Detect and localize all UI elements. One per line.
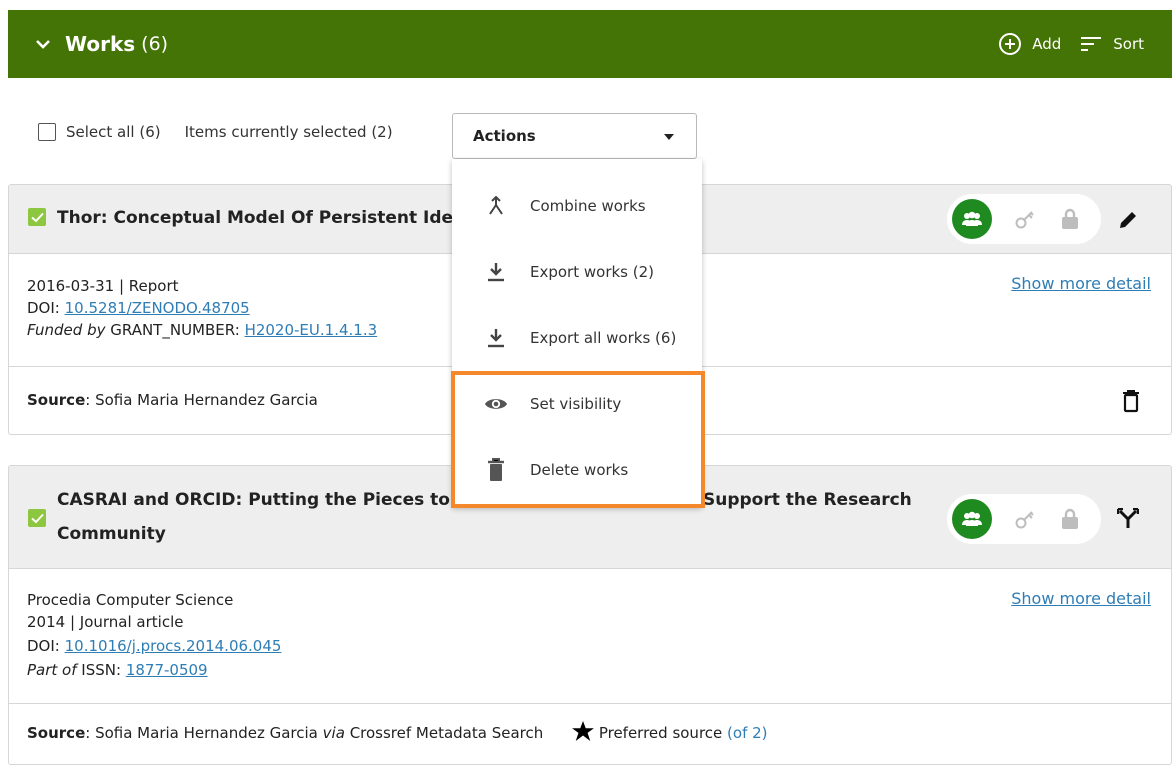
work-title[interactable]: CASRAI and ORCID: Putting the Pieces to [57, 484, 450, 517]
add-label: Add [1032, 35, 1062, 53]
sort-button[interactable]: Sort [1079, 35, 1144, 53]
source-text: : Sofia Maria Hernandez Garcia [85, 391, 318, 409]
menu-item-label: Export all works (6) [530, 329, 677, 347]
download-icon [484, 328, 508, 348]
menu-item-export-all-works[interactable]: Export all works (6) [452, 305, 702, 371]
doi-link[interactable]: 10.1016/j.procs.2014.06.045 [65, 637, 282, 655]
menu-item-label: Combine works [530, 197, 646, 215]
work-title-continued[interactable]: Support the Research [703, 484, 912, 517]
key-icon [1015, 511, 1034, 529]
via-source: Crossref Metadata Search [349, 724, 544, 742]
via-label: via [322, 724, 345, 742]
add-button[interactable]: Add [998, 32, 1061, 56]
menu-item-export-works[interactable]: Export works (2) [452, 239, 702, 305]
work-doi-line: DOI: 10.5281/ZENODO.48705 [27, 297, 250, 319]
menu-highlight-box [451, 371, 705, 508]
visibility-private-button[interactable] [1060, 208, 1080, 230]
work-part-of-line: Part of ISSN: 1877-0509 [27, 659, 208, 681]
source-text: : Sofia Maria Hernandez Garcia [85, 724, 318, 742]
works-section-header: Works (6) Add Sort [8, 10, 1172, 78]
visibility-public-button[interactable] [952, 199, 992, 239]
lock-icon [1062, 208, 1078, 229]
source-label: Source [27, 724, 86, 742]
work-card-footer: Source: Sofia Maria Hernandez Garcia via… [9, 703, 1171, 764]
work-source: Source: Sofia Maria Hernandez Garcia via… [27, 721, 768, 742]
select-all-checkbox[interactable] [38, 123, 56, 141]
sort-label: Sort [1113, 35, 1144, 53]
source-label: Source [27, 391, 86, 409]
issn-link[interactable]: 1877-0509 [126, 661, 208, 679]
select-all-label[interactable]: Select all (6) [66, 123, 161, 141]
trash-icon[interactable] [1122, 389, 1140, 413]
key-icon [1015, 211, 1034, 229]
chevron-down-icon[interactable] [35, 36, 51, 52]
group-icon [962, 211, 982, 226]
work-date-type: 2016-03-31 | Report [27, 277, 179, 295]
work-title-line2[interactable]: Community [57, 518, 166, 551]
visibility-limited-button[interactable] [1014, 208, 1036, 230]
work-source: Source: Sofia Maria Hernandez Garcia [27, 391, 318, 409]
grant-link[interactable]: H2020-EU.1.4.1.3 [245, 321, 378, 339]
star-icon [572, 721, 599, 742]
actions-dropdown-button[interactable]: Actions [452, 113, 697, 159]
actions-label: Actions [473, 127, 536, 145]
add-circle-icon [999, 33, 1022, 55]
visibility-selector [947, 194, 1101, 244]
work-title[interactable]: Thor: Conceptual Model Of Persistent Ide [57, 202, 453, 235]
visibility-selector [947, 494, 1101, 544]
download-icon [484, 262, 508, 282]
edit-pencil-icon[interactable] [1117, 209, 1139, 231]
part-text: ISSN: [81, 661, 122, 679]
menu-item-label: Export works (2) [530, 263, 654, 281]
doi-label: DOI: [27, 637, 60, 655]
show-more-detail-link[interactable]: Show more detail [1011, 589, 1151, 608]
menu-item-combine-works[interactable]: Combine works [452, 173, 702, 239]
work-funding-line: Funded by GRANT_NUMBER: H2020-EU.1.4.1.3 [27, 319, 377, 341]
doi-label: DOI: [27, 299, 60, 317]
visibility-private-button[interactable] [1060, 508, 1080, 530]
work-doi-line: DOI: 10.1016/j.procs.2014.06.045 [27, 635, 281, 657]
section-title: Works [65, 32, 136, 56]
preferred-source-label: Preferred source [598, 724, 723, 742]
lock-icon [1062, 508, 1078, 529]
works-toolbar: Select all (6) Items currently selected … [38, 118, 393, 146]
funded-text: GRANT_NUMBER: [110, 321, 240, 339]
work-checkbox-checked[interactable] [28, 208, 46, 226]
combine-icon [484, 196, 508, 216]
merge-icon[interactable] [1117, 508, 1139, 530]
visibility-limited-button[interactable] [1014, 508, 1036, 530]
work-checkbox-checked[interactable] [28, 509, 46, 527]
caret-down-icon [664, 134, 674, 140]
section-count: (6) [141, 33, 169, 55]
funded-prefix: Funded by [27, 321, 106, 339]
part-prefix: Part of [27, 661, 77, 679]
work-date-type: 2014 | Journal article [27, 613, 184, 631]
show-more-detail-link[interactable]: Show more detail [1011, 274, 1151, 293]
group-icon [962, 511, 982, 526]
work-card: CASRAI and ORCID: Putting the Pieces to … [8, 465, 1172, 765]
sort-icon [1081, 37, 1102, 51]
preferred-source-count[interactable]: (of 2) [727, 724, 767, 742]
visibility-public-button[interactable] [952, 499, 992, 539]
work-journal: Procedia Computer Science [27, 591, 234, 609]
selected-count-label: Items currently selected (2) [184, 123, 393, 141]
doi-link[interactable]: 10.5281/ZENODO.48705 [65, 299, 250, 317]
work-card-body: Procedia Computer Science 2014 | Journal… [9, 569, 1171, 703]
